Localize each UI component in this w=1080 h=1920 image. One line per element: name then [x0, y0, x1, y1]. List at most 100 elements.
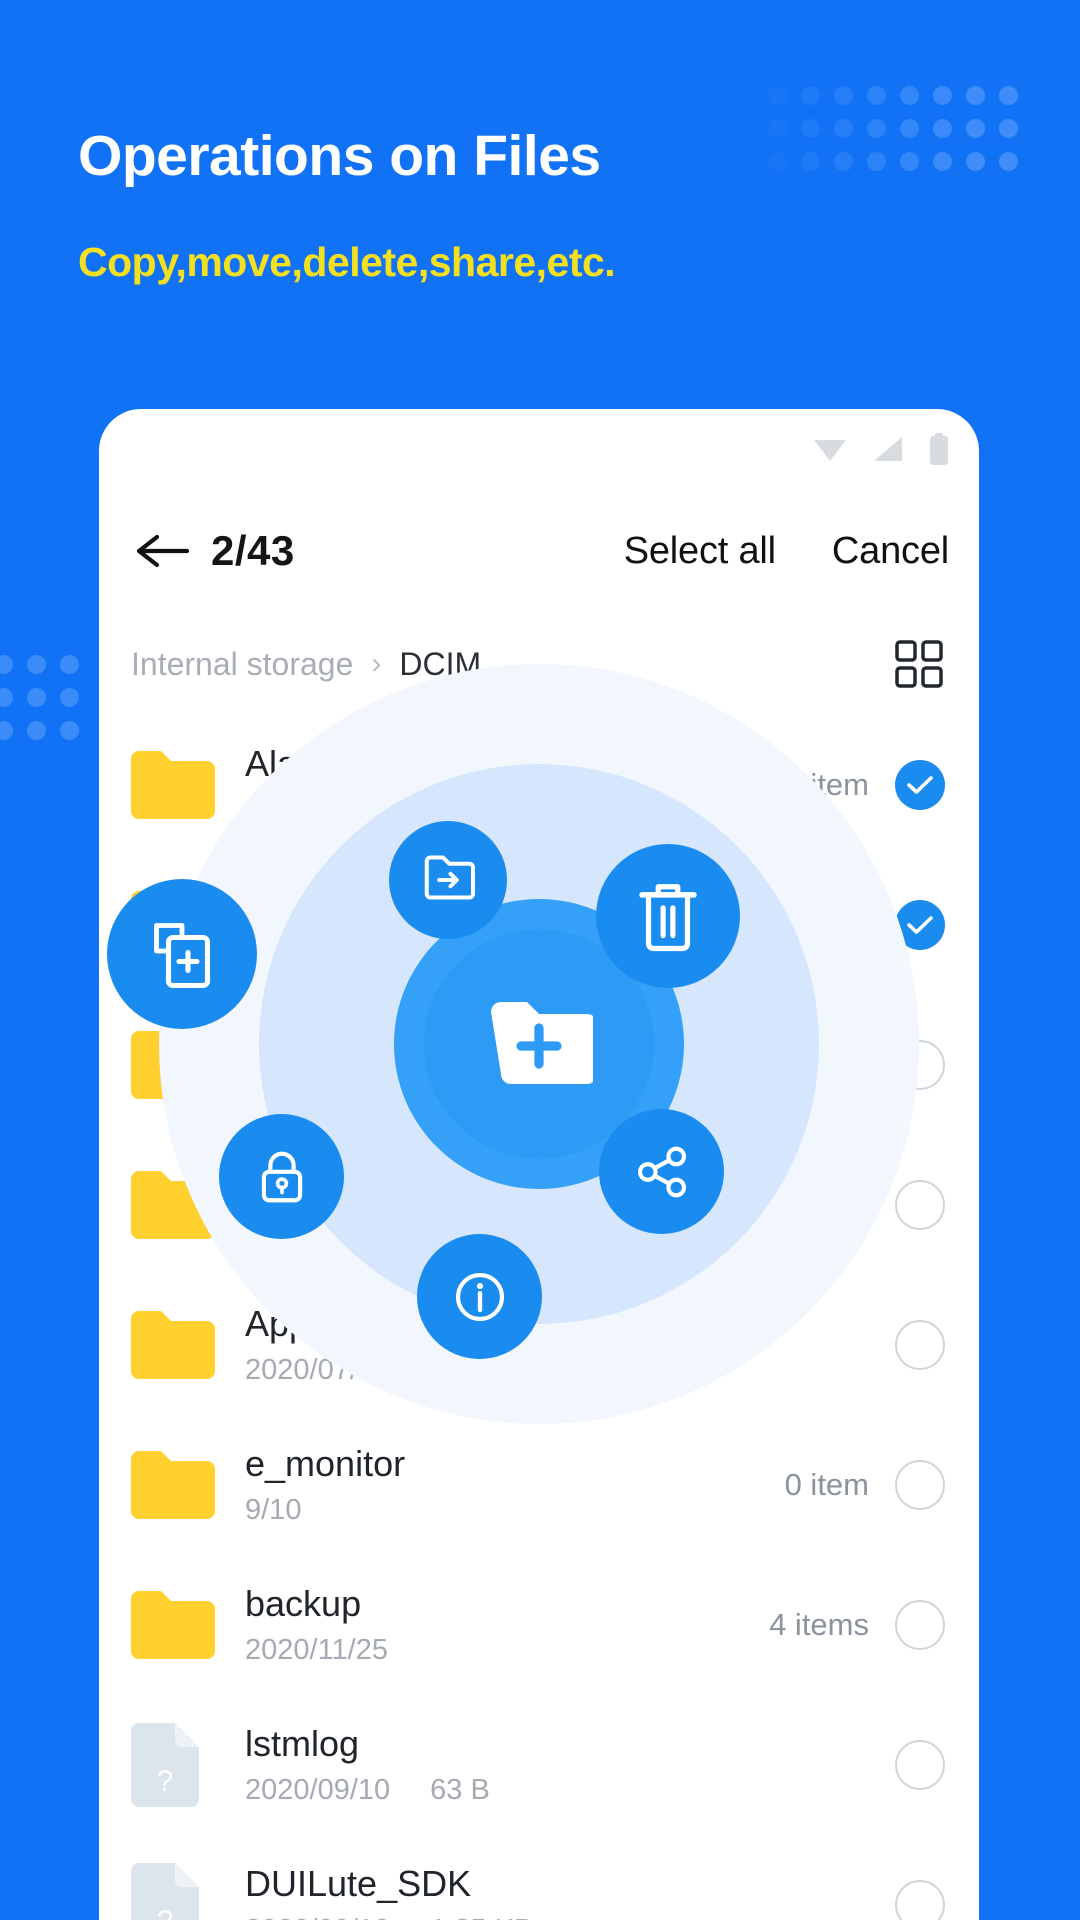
- folder-icon: [131, 1311, 215, 1379]
- file-row[interactable]: Alarms 2020/12/11 1 item: [99, 715, 979, 855]
- promo-subtitle: Copy,move,delete,share,etc.: [78, 239, 616, 285]
- file-checkbox[interactable]: [895, 760, 945, 810]
- file-name: e_monitor: [245, 1442, 406, 1484]
- file-row[interactable]: ? lstmlog 2020/09/10 63 B: [99, 1695, 979, 1835]
- decorative-dot: [768, 86, 787, 105]
- file-date: 2020/09/10: [245, 1774, 391, 1807]
- decorative-dot: [834, 152, 853, 171]
- decorative-dot: [834, 86, 853, 105]
- file-icon-cell: ?: [131, 1863, 215, 1920]
- unknown-file-icon: ?: [131, 1723, 199, 1807]
- decorative-dot: [801, 119, 820, 138]
- breadcrumb-root[interactable]: Internal storage: [131, 646, 353, 683]
- file-list: Alarms 2020/12/11 1 item alipay 2020/09/10 2 …: [99, 715, 979, 1920]
- decorative-dot: [768, 119, 787, 138]
- file-size: 1.25 KB: [430, 1914, 533, 1920]
- file-row[interactable]: AppTimer 2020/07/30: [99, 1275, 979, 1415]
- promo-title: Operations on Files: [78, 124, 601, 188]
- decorative-dot: [966, 86, 985, 105]
- dot-grid-top-right: [768, 86, 1032, 185]
- file-name: Alarms: [245, 742, 358, 784]
- decorative-dot: [933, 152, 952, 171]
- back-arrow-icon: [136, 534, 189, 568]
- dot-grid-left: [0, 655, 93, 754]
- file-row[interactable]: amap 2020/08/05: [99, 995, 979, 1135]
- file-checkbox[interactable]: [895, 1460, 945, 1510]
- folder-icon: [131, 751, 215, 819]
- file-row[interactable]: ? DUILute_SDK 2020/09/10 1.25 KB: [99, 1835, 979, 1920]
- wifi-icon: [813, 436, 847, 467]
- file-item-count: 5 items: [769, 1187, 869, 1222]
- decorative-dot: [867, 119, 886, 138]
- file-meta: AppTimer 2020/07/30: [215, 1303, 869, 1387]
- file-checkbox[interactable]: [895, 900, 945, 950]
- decorative-dot: [966, 152, 985, 171]
- file-date: 2020/08/05: [245, 1074, 391, 1107]
- breadcrumb-separator-icon: ›: [371, 647, 382, 680]
- folder-icon: [131, 1591, 215, 1659]
- file-row[interactable]: e_monitor 9/10 0 item: [99, 1415, 979, 1555]
- file-name: DUILute_SDK: [245, 1862, 472, 1904]
- decorative-dot: [867, 152, 886, 171]
- folder-icon-cell: [131, 891, 215, 959]
- folder-icon-cell: [131, 1311, 215, 1379]
- decorative-dot: [60, 655, 79, 674]
- selection-toolbar: 2/43 Select all Cancel: [99, 497, 979, 605]
- file-name: Android: [245, 1162, 370, 1204]
- file-name: alipay: [245, 882, 340, 924]
- file-date: 2020/11/25: [245, 1634, 388, 1667]
- decorative-dot: [966, 119, 985, 138]
- decorative-dot: [933, 86, 952, 105]
- unknown-file-icon: ?: [131, 1863, 199, 1920]
- status-bar: [813, 431, 949, 471]
- folder-icon: [131, 1171, 215, 1239]
- file-item-count: 2 items: [769, 907, 869, 942]
- file-checkbox[interactable]: [895, 1040, 945, 1090]
- folder-icon-cell: [131, 1171, 215, 1239]
- file-checkbox[interactable]: [895, 1880, 945, 1920]
- folder-icon: [131, 1031, 215, 1099]
- grid-view-icon[interactable]: [893, 638, 945, 690]
- decorative-dot: [801, 86, 820, 105]
- file-date: 2020/09/10: [245, 934, 391, 967]
- svg-text:?: ?: [157, 1765, 174, 1798]
- breadcrumb: Internal storage › DCIM: [99, 619, 979, 709]
- decorative-dot: [999, 119, 1018, 138]
- breadcrumb-current[interactable]: DCIM: [399, 646, 481, 683]
- file-meta: amap 2020/08/05: [215, 1023, 869, 1107]
- decorative-dot: [999, 152, 1018, 171]
- file-checkbox[interactable]: [895, 1600, 945, 1650]
- select-all-button[interactable]: Select all: [624, 530, 776, 573]
- file-meta: backup 2020/11/25: [215, 1583, 769, 1667]
- folder-icon-cell: [131, 1451, 215, 1519]
- file-item-count: 0 item: [784, 1467, 869, 1502]
- file-row[interactable]: Android 2020/09/10 5 items: [99, 1135, 979, 1275]
- file-checkbox[interactable]: [895, 1320, 945, 1370]
- decorative-dot: [933, 119, 952, 138]
- file-checkbox[interactable]: [895, 1740, 945, 1790]
- file-meta: Android 2020/09/10: [215, 1163, 769, 1247]
- cancel-button[interactable]: Cancel: [832, 530, 949, 573]
- file-date: 9/10: [245, 1494, 302, 1527]
- folder-icon-cell: [131, 751, 215, 819]
- signal-icon: [873, 436, 903, 467]
- file-date: 2020/09/10: [245, 1214, 391, 1247]
- file-row[interactable]: alipay 2020/09/10 2 items: [99, 855, 979, 995]
- decorative-dot: [27, 655, 46, 674]
- file-name: amap: [245, 1022, 336, 1064]
- phone-mockup: 2/43 Select all Cancel Internal storage …: [99, 409, 979, 1920]
- file-icon-cell: ?: [131, 1723, 215, 1807]
- file-row[interactable]: backup 2020/11/25 4 items: [99, 1555, 979, 1695]
- check-icon: [907, 916, 933, 934]
- decorative-dot: [60, 688, 79, 707]
- file-name: lstmlog: [245, 1722, 360, 1764]
- file-checkbox[interactable]: [895, 1180, 945, 1230]
- file-meta: lstmlog 2020/09/10 63 B: [215, 1723, 869, 1807]
- decorative-dot: [900, 86, 919, 105]
- file-meta: DUILute_SDK 2020/09/10 1.25 KB: [215, 1863, 869, 1920]
- folder-icon: [131, 891, 215, 959]
- decorative-dot: [801, 152, 820, 171]
- back-button[interactable]: [131, 520, 193, 582]
- file-meta: e_monitor 9/10: [215, 1443, 785, 1527]
- decorative-dot: [768, 152, 787, 171]
